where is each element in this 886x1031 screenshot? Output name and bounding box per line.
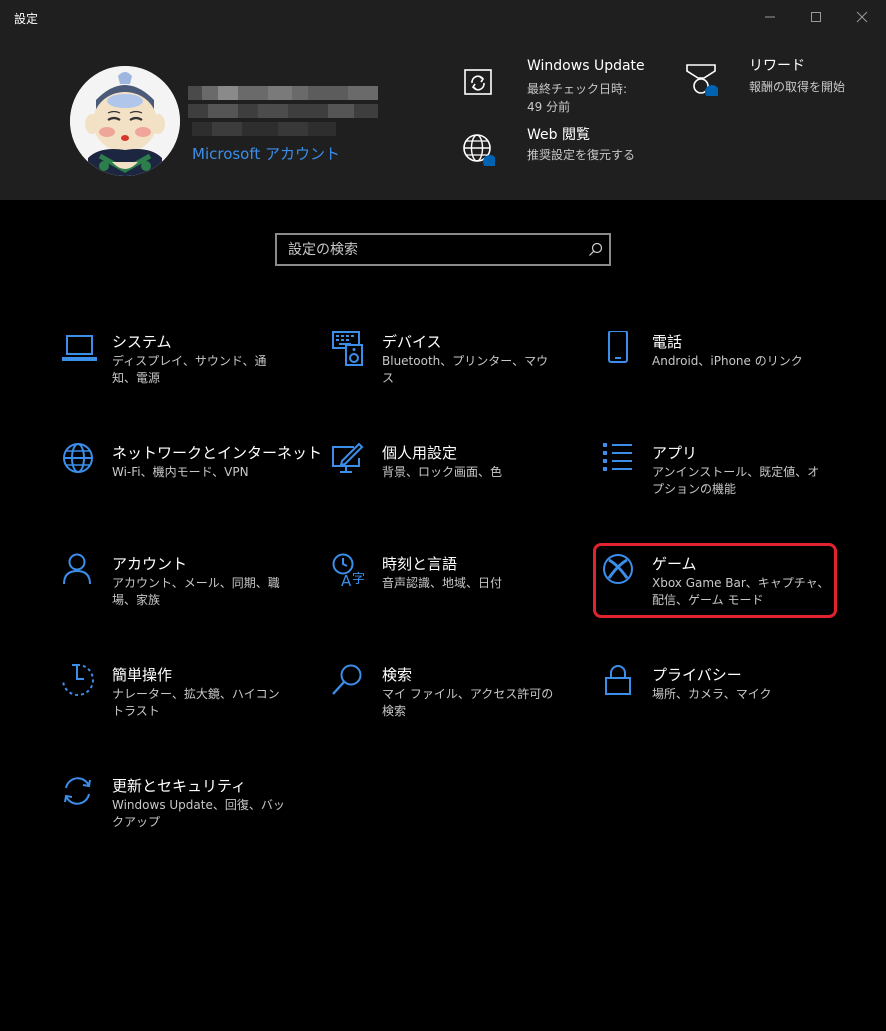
rewards-medal-icon <box>686 64 718 96</box>
tile-description: Wi-Fi、機内モード、VPN <box>112 465 249 479</box>
svg-text:A: A <box>341 572 352 589</box>
close-icon <box>856 11 868 23</box>
tile-description: ディスプレイ、サウンド、通知、電源 <box>112 354 267 385</box>
lock-icon <box>605 665 631 695</box>
tile-description: Bluetooth、プリンター、マウス <box>382 354 549 385</box>
maximize-button[interactable] <box>793 0 839 34</box>
tile-label: システム <box>112 333 172 351</box>
tile-privacy[interactable]: プライバシー 場所、カメラ、マイク <box>602 664 838 750</box>
phone-icon <box>608 331 628 363</box>
tile-description: アンインストール、既定値、オプションの機能 <box>652 465 820 496</box>
ease-of-access-icon <box>62 664 94 696</box>
tile-apps[interactable]: アプリ アンインストール、既定値、オプションの機能 <box>602 442 838 528</box>
microsoft-account-link[interactable]: Microsoft アカウント <box>192 143 340 164</box>
tile-label: プライバシー <box>652 666 742 684</box>
minimize-button[interactable] <box>747 0 793 34</box>
tile-label: 簡単操作 <box>112 666 173 684</box>
tile-label: デバイス <box>382 333 442 351</box>
sync-arrows-icon <box>64 777 91 805</box>
tile-label: ネットワークとインターネット <box>112 444 323 462</box>
tile-label: 検索 <box>382 666 413 684</box>
web-browsing-title: Web 閲覧 <box>527 127 590 143</box>
rewards-title: リワード <box>749 58 805 74</box>
tile-label: 個人用設定 <box>382 444 458 462</box>
tile-ease-of-access[interactable]: 簡単操作 ナレーター、拡大鏡、ハイコントラスト <box>62 664 298 750</box>
laptop-icon <box>62 335 97 361</box>
magnifier-icon <box>332 664 362 695</box>
tile-system[interactable]: システム ディスプレイ、サウンド、通知、電源 <box>62 331 298 417</box>
tile-label: 時刻と言語 <box>382 555 458 573</box>
close-button[interactable] <box>839 0 885 34</box>
tile-phone[interactable]: 電話 Android、iPhone のリンク <box>602 331 838 417</box>
avatar[interactable] <box>70 66 180 176</box>
tile-personalization[interactable]: 個人用設定 背景、ロック画面、色 <box>332 442 568 528</box>
tile-devices[interactable]: デバイス Bluetooth、プリンター、マウス <box>332 331 568 417</box>
web-browsing-subtitle: 推奨設定を復元する <box>527 148 636 162</box>
window-title: 設定 <box>14 12 39 26</box>
time-language-icon: A 字 <box>332 553 365 589</box>
rewards-subtitle: 報酬の取得を開始 <box>749 80 846 94</box>
tile-description: マイ ファイル、アクセス許可の検索 <box>382 687 554 718</box>
tile-search[interactable]: 検索 マイ ファイル、アクセス許可の検索 <box>332 664 568 750</box>
tile-network[interactable]: ネットワークとインターネット Wi-Fi、機内モード、VPN <box>62 442 322 528</box>
tile-time-language[interactable]: A 字 時刻と言語 音声認識、地域、日付 <box>332 553 568 639</box>
search-icon[interactable] <box>588 242 603 257</box>
windows-update-icon <box>464 69 492 95</box>
keyboard-speaker-icon <box>332 331 363 366</box>
globe-icon <box>63 443 93 473</box>
search-input[interactable] <box>277 235 577 264</box>
tile-label: 電話 <box>652 333 683 351</box>
svg-text:字: 字 <box>352 572 365 587</box>
tile-description: 場所、カメラ、マイク <box>652 687 772 701</box>
tile-description: ナレーター、拡大鏡、ハイコントラスト <box>112 687 280 718</box>
web-browsing-shortcut[interactable]: Web 閲覧 推奨設定を復元する <box>461 127 651 182</box>
app-list-icon <box>603 443 632 471</box>
fukusuke-doll-avatar-image <box>70 66 180 176</box>
tile-label: アカウント <box>112 555 188 573</box>
rewards-shortcut[interactable]: リワード 報酬の取得を開始 <box>684 58 864 112</box>
tile-description: Windows Update、回復、バックアップ <box>112 798 285 829</box>
account-header: Microsoft アカウント Windows Update 最終チェック日時:… <box>0 36 886 200</box>
pen-monitor-icon <box>332 442 364 473</box>
title-bar: 設定 <box>0 0 886 36</box>
gaming-highlight-box <box>593 543 837 618</box>
tile-description: 音声認識、地域、日付 <box>382 576 503 590</box>
settings-search-box[interactable] <box>275 233 611 266</box>
blurred-user-name <box>188 70 388 150</box>
windows-update-subtitle: 最終チェック日時: 49 分前 <box>527 82 628 114</box>
windows-update-title: Windows Update <box>527 58 645 74</box>
web-globe-icon <box>463 134 495 166</box>
tile-description: 背景、ロック画面、色 <box>382 465 503 479</box>
minimize-icon <box>765 16 775 18</box>
person-icon <box>63 553 91 585</box>
tile-description: アカウント、メール、同期、職場、家族 <box>112 576 280 607</box>
maximize-icon <box>811 12 821 22</box>
tile-label: 更新とセキュリティ <box>112 777 247 795</box>
tile-label: アプリ <box>652 444 698 462</box>
tile-description: Android、iPhone のリンク <box>652 354 803 368</box>
tile-accounts[interactable]: アカウント アカウント、メール、同期、職場、家族 <box>62 553 298 639</box>
tile-update-security[interactable]: 更新とセキュリティ Windows Update、回復、バックアップ <box>62 775 298 861</box>
